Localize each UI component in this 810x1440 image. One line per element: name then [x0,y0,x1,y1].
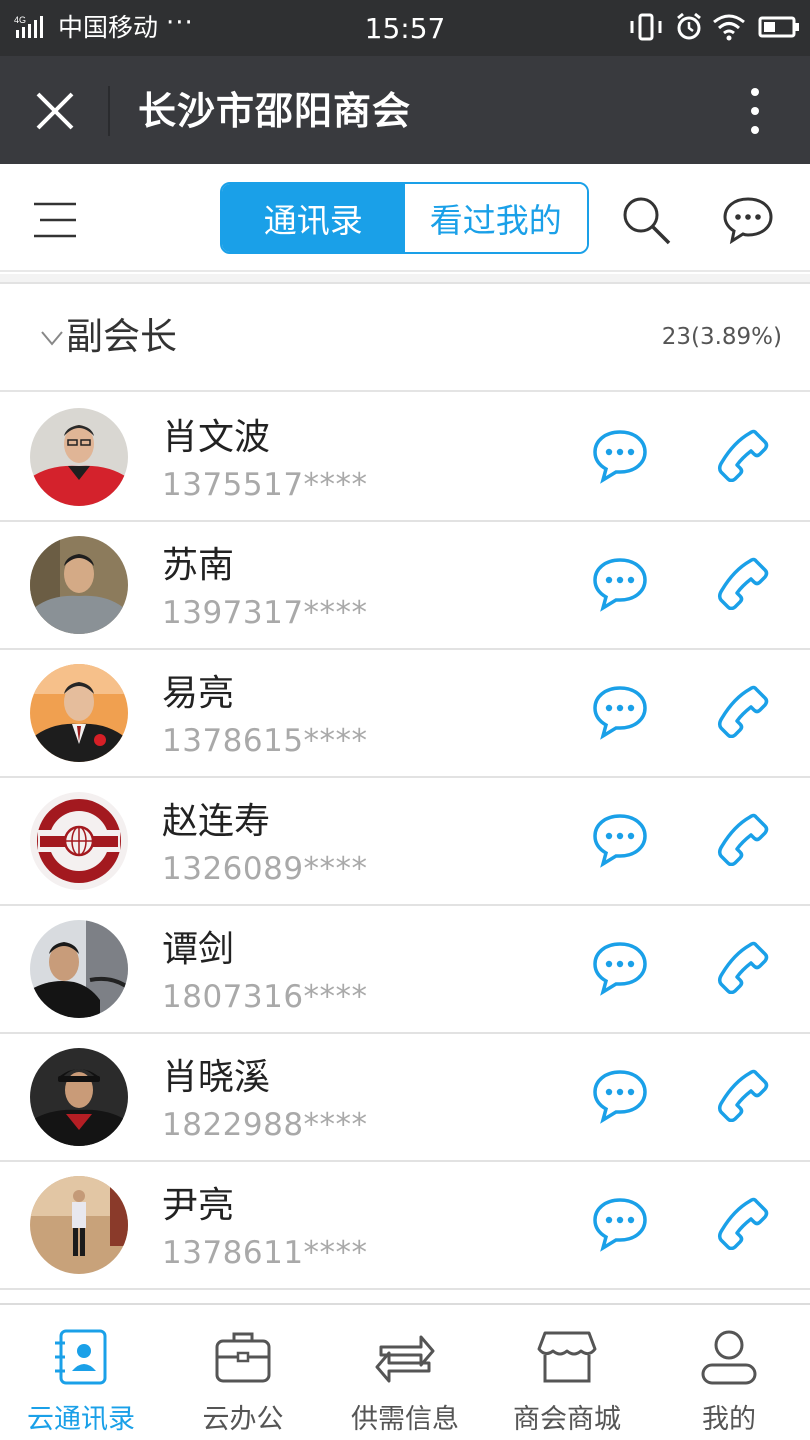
menu-icon[interactable] [30,200,80,240]
avatar [30,408,128,506]
contact-phone: 1378615**** [162,723,368,759]
exchange-arrows-icon [375,1335,435,1383]
avatar [30,664,128,762]
person-icon [701,1330,757,1385]
status-bar: 4G 中国移动 ··· 15:57 [0,0,810,56]
phone-icon[interactable] [716,684,770,738]
toolbar: 通讯录 看过我的 [0,164,810,272]
nav-label: 我的 [702,1404,756,1435]
avatar [30,920,128,1018]
contact-name: 肖文波 [162,417,271,458]
message-icon[interactable] [592,940,648,996]
nav-label: 云办公 [202,1404,284,1435]
message-icon[interactable] [592,556,648,612]
phone-icon[interactable] [716,556,770,610]
message-icon[interactable] [592,1068,648,1124]
phone-icon[interactable] [716,940,770,994]
page-title: 长沙市邵阳商会 [138,89,412,133]
nav-item-contacts[interactable]: 云通讯录 [0,1305,162,1440]
contact-row[interactable]: 肖文波 1375517**** [0,394,810,522]
message-icon[interactable] [592,428,648,484]
phone-icon[interactable] [716,428,770,482]
contact-phone: 1326089**** [162,851,368,887]
section-gap [0,274,810,284]
contact-name: 赵连寿 [162,801,271,842]
contact-phone: 1822988**** [162,1107,368,1143]
title-bar: 长沙市邵阳商会 [0,56,810,164]
contact-row[interactable]: 肖晓溪 1822988**** [0,1034,810,1162]
nav-item-me[interactable]: 我的 [648,1305,810,1440]
contact-name: 苏南 [162,545,235,586]
contact-row[interactable]: 苏南 1397317**** [0,522,810,650]
message-icon[interactable] [592,1196,648,1252]
group-title: 副会长 [66,315,177,358]
title-divider [108,86,110,136]
nav-label: 云通讯录 [27,1404,135,1435]
contact-phone: 1807316**** [162,979,368,1015]
vibrate-icon [630,13,662,41]
contact-phone: 1378611**** [162,1235,368,1271]
chat-bubble-icon[interactable] [722,196,774,244]
phone-icon[interactable] [716,1196,770,1250]
contact-row[interactable]: 尹亮 1378611**** [0,1162,810,1290]
bottom-nav: 云通讯录 云办公 供需信息 商会商城 我的 [0,1303,810,1440]
alarm-icon [677,12,701,40]
store-icon [537,1331,597,1383]
contact-phone: 1375517**** [162,467,368,503]
close-icon[interactable] [28,84,82,138]
contact-name: 谭剑 [162,929,235,970]
search-icon[interactable] [620,194,672,246]
wifi-icon [713,14,745,41]
contact-name: 易亮 [162,673,235,714]
group-header[interactable]: 副会长 23(3.89%) [0,286,810,392]
briefcase-icon [215,1332,271,1383]
phone-icon[interactable] [716,1068,770,1122]
contact-row[interactable]: 易亮 1378615**** [0,650,810,778]
contact-list: 肖文波 1375517**** 苏南 1397317**** 易亮 137861… [0,394,810,1290]
nav-item-supply-demand[interactable]: 供需信息 [324,1305,486,1440]
contact-name: 尹亮 [162,1185,235,1226]
segment-control: 通讯录 看过我的 [220,182,589,254]
battery-icon [758,16,799,38]
nav-label: 商会商城 [513,1404,621,1435]
more-vertical-icon[interactable] [740,84,770,138]
contact-name: 肖晓溪 [162,1057,271,1098]
avatar [30,1176,128,1274]
nav-item-store[interactable]: 商会商城 [486,1305,648,1440]
message-icon[interactable] [592,684,648,740]
tab-contacts[interactable]: 通讯录 [222,184,405,252]
nav-label: 供需信息 [351,1404,459,1435]
avatar [30,536,128,634]
avatar [30,792,128,890]
phone-icon[interactable] [716,812,770,866]
tab-viewed-me[interactable]: 看过我的 [404,184,587,252]
group-count: 23(3.89%) [661,324,782,350]
avatar [30,1048,128,1146]
message-icon[interactable] [592,812,648,868]
nav-item-office[interactable]: 云办公 [162,1305,324,1440]
contact-row[interactable]: 赵连寿 1326089**** [0,778,810,906]
contacts-card-icon [55,1329,107,1385]
chevron-down-icon [41,331,63,346]
contact-row[interactable]: 谭剑 1807316**** [0,906,810,1034]
contact-phone: 1397317**** [162,595,368,631]
